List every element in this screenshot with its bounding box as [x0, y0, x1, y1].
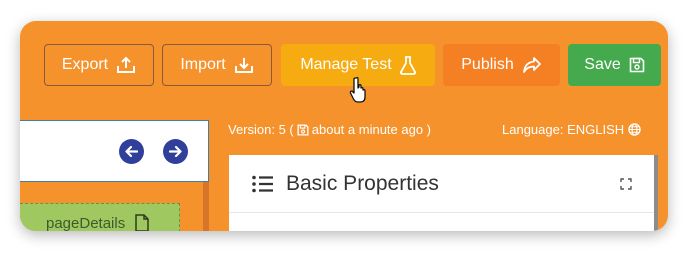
hand-cursor-icon — [349, 77, 366, 103]
import-button[interactable]: Import — [162, 44, 272, 86]
file-icon — [135, 214, 149, 231]
app-frame: Export Import Manage Test Publish Save p… — [20, 21, 668, 231]
manage-test-label: Manage Test — [300, 56, 392, 73]
export-label: Export — [61, 56, 109, 73]
flow-navigator-panel — [20, 120, 209, 182]
node-label: pageDetails — [46, 214, 126, 232]
next-button[interactable] — [163, 139, 188, 164]
arrow-left-icon — [125, 145, 138, 158]
node-page-details[interactable]: pageDetails — [20, 203, 180, 231]
save-button[interactable]: Save — [568, 44, 661, 86]
version-prefix: Version: 5 ( — [228, 122, 294, 137]
flask-icon — [399, 56, 416, 75]
publish-button[interactable]: Publish — [443, 44, 560, 86]
export-button[interactable]: Export — [44, 44, 154, 86]
arrow-right-icon — [169, 145, 182, 158]
version-info: Version: 5 ( about a minute ago ) — [228, 122, 431, 137]
share-icon — [522, 57, 541, 73]
publish-label: Publish — [461, 56, 514, 73]
language-selector[interactable]: Language: ENGLISH — [502, 122, 641, 137]
card-header: Basic Properties — [229, 155, 654, 213]
previous-button[interactable] — [119, 139, 144, 164]
save-label: Save — [584, 56, 621, 73]
floppy-icon — [297, 123, 309, 136]
card-title: Basic Properties — [286, 171, 439, 195]
list-icon — [252, 175, 273, 192]
export-icon — [117, 56, 136, 73]
save-icon — [629, 57, 645, 73]
globe-icon — [628, 123, 641, 136]
import-icon — [234, 58, 253, 73]
import-label: Import — [180, 56, 226, 73]
basic-properties-card: Basic Properties — [229, 155, 658, 231]
panel-divider[interactable] — [203, 182, 209, 231]
expand-icon[interactable] — [620, 178, 632, 190]
version-time: about a minute ago ) — [311, 122, 432, 137]
language-label: Language: ENGLISH — [502, 122, 625, 137]
